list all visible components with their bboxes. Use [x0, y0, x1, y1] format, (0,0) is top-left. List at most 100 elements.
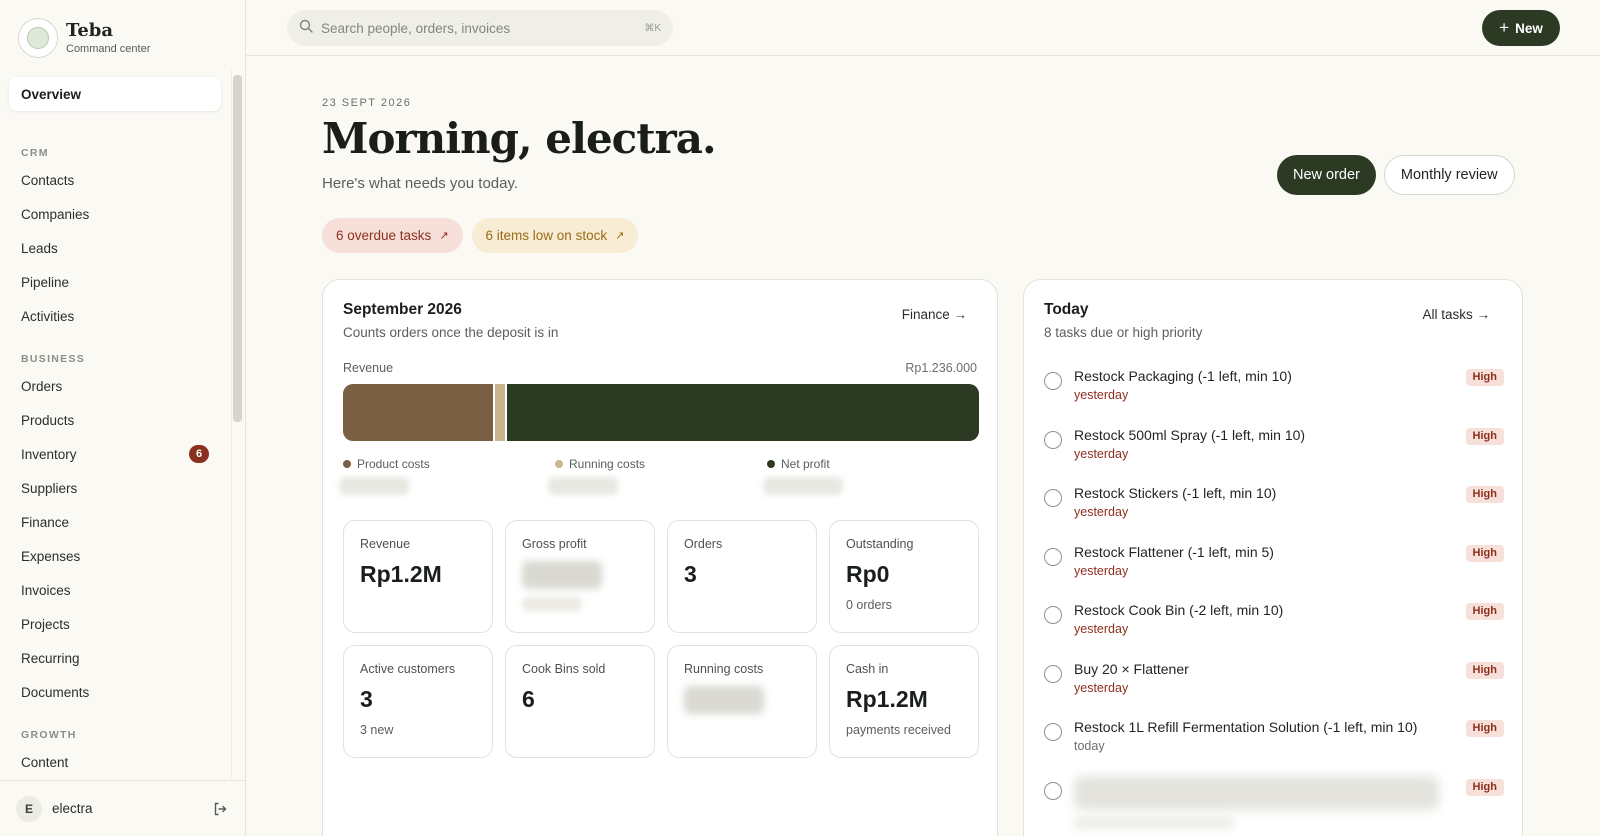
stat-card-cook-bins-sold[interactable]: Cook Bins sold 6: [505, 645, 655, 758]
task-checkbox[interactable]: [1044, 372, 1062, 390]
legend-label: Net profit: [781, 457, 830, 471]
legend-item-running-costs: Running costs: [555, 457, 767, 471]
brand-logo: [18, 18, 58, 58]
sidebar-item-label: Activities: [21, 308, 75, 324]
stat-card-active-customers[interactable]: Active customers 3 3 new: [343, 645, 493, 758]
user-name[interactable]: electra: [52, 801, 211, 816]
task-checkbox[interactable]: [1044, 781, 1062, 800]
logout-icon[interactable]: [211, 800, 229, 818]
stat-note: 0 orders: [846, 598, 892, 612]
task-checkbox[interactable]: [1044, 430, 1062, 449]
finance-link[interactable]: Finance →: [902, 307, 967, 322]
sidebar-item-contacts[interactable]: Contacts: [9, 163, 221, 197]
brand-subtitle: Command center: [66, 43, 151, 55]
hidden-value: [522, 597, 582, 611]
count-badge: 6: [189, 445, 209, 463]
overdue-tasks-pill[interactable]: 6 overdue tasks ↗: [322, 218, 463, 253]
revenue-segment-product-costs: [343, 384, 494, 441]
legend-label: Product costs: [357, 457, 430, 471]
task-checkbox[interactable]: [1044, 547, 1062, 566]
task-checkbox[interactable]: [1044, 489, 1062, 507]
stat-label: Running costs: [684, 662, 764, 676]
task-due: today: [1074, 739, 1105, 753]
search-bar[interactable]: ⌘K: [287, 10, 673, 46]
low-stock-pill[interactable]: 6 items low on stock ↗: [471, 218, 639, 253]
legend-dot-icon: [555, 460, 563, 468]
sidebar-item-products[interactable]: Products: [9, 403, 221, 437]
stat-card-orders[interactable]: Orders 3: [667, 520, 817, 633]
stat-card-gross-profit[interactable]: Gross profit: [505, 520, 655, 633]
sidebar-item-expenses[interactable]: Expenses: [9, 539, 221, 573]
sidebar-item-label: Expenses: [21, 548, 81, 564]
monthly-review-button[interactable]: Monthly review: [1383, 155, 1515, 195]
stat-label: Active customers: [360, 662, 456, 676]
sidebar-item-label: Inventory: [21, 446, 77, 462]
today-card: Today 8 tasks due or high priority All t…: [1023, 279, 1523, 836]
sidebar-item-projects[interactable]: Projects: [9, 607, 221, 641]
sidebar-item-overview[interactable]: Overview: [9, 77, 221, 111]
search-input[interactable]: [321, 20, 645, 36]
sidebar-item-suppliers[interactable]: Suppliers: [9, 471, 221, 505]
sidebar-nav: Overview CRM Contacts Companies Leads Pipelin…: [9, 77, 221, 779]
sidebar-item-pipeline[interactable]: Pipeline: [9, 265, 221, 299]
sidebar-item-inventory[interactable]: Inventory 6: [9, 437, 221, 471]
new-button[interactable]: + New: [1482, 10, 1560, 46]
stat-card-revenue[interactable]: Revenue Rp1.2M: [343, 520, 493, 633]
sidebar-item-label: Recurring: [21, 650, 80, 666]
sidebar-item-label: Finance: [21, 514, 70, 530]
task-due: yesterday: [1074, 388, 1129, 402]
sidebar-scrollbar[interactable]: [233, 75, 242, 422]
sidebar-item-recurring[interactable]: Recurring: [9, 641, 221, 675]
task-due: yesterday: [1074, 446, 1129, 461]
avatar[interactable]: E: [16, 795, 42, 822]
all-tasks-link[interactable]: All tasks →: [1422, 307, 1490, 322]
stat-value: 3: [360, 686, 373, 712]
new-order-button[interactable]: New order: [1277, 155, 1376, 195]
task-item[interactable]: Restock Cook Bin (-2 left, min 10) yester…: [1044, 600, 1504, 659]
stat-note: payments received: [846, 723, 951, 737]
stat-card-cash-in[interactable]: Cash in Rp1.2M payments received: [829, 645, 979, 758]
sidebar-item-invoices[interactable]: Invoices: [9, 573, 221, 607]
sidebar-item-orders[interactable]: Orders: [9, 369, 221, 403]
task-due: yesterday: [1074, 563, 1129, 578]
task-checkbox[interactable]: [1044, 723, 1062, 741]
finance-card-title: September 2026: [343, 301, 462, 318]
page-title: Morning, electra.: [322, 114, 717, 163]
sidebar-item-documents[interactable]: Documents: [9, 675, 221, 709]
task-checkbox[interactable]: [1044, 606, 1062, 624]
task-item[interactable]: Restock Flattener (-1 left, min 5) yester…: [1044, 542, 1504, 601]
topbar: ⌘K + New: [246, 0, 1600, 56]
task-item[interactable]: Restock 500ml Spray (-1 left, min 10) yes…: [1044, 425, 1504, 484]
brand[interactable]: Teba Command center: [18, 18, 150, 58]
stat-card-running-costs[interactable]: Running costs: [667, 645, 817, 758]
sidebar-item-label: Overview: [21, 86, 82, 102]
sidebar-item-label: Content: [21, 754, 69, 770]
sidebar-item-companies[interactable]: Companies: [9, 197, 221, 231]
task-due: yesterday: [1074, 505, 1129, 519]
sidebar-item-label: Orders: [21, 378, 63, 394]
priority-badge: High: [1465, 720, 1504, 737]
low-stock-label: 6 items low on stock: [485, 228, 608, 243]
task-item[interactable]: Restock 1L Refill Fermentation Solution …: [1044, 717, 1504, 776]
task-item[interactable]: High: [1044, 775, 1504, 835]
task-checkbox[interactable]: [1044, 664, 1062, 683]
legend-item-net-profit: Net profit: [767, 457, 979, 471]
sidebar-item-activities[interactable]: Activities: [9, 299, 221, 333]
finance-card: September 2026 Counts orders once the de…: [322, 279, 998, 836]
task-item[interactable]: Restock Stickers (-1 left, min 10) yester…: [1044, 483, 1504, 542]
sidebar-item-leads[interactable]: Leads: [9, 231, 221, 265]
task-item[interactable]: Buy 20 × Flattener yesterday High: [1044, 659, 1504, 718]
sidebar-item-finance[interactable]: Finance: [9, 505, 221, 539]
priority-badge: High: [1465, 603, 1504, 620]
page-date: 23 SEPT 2026: [322, 97, 412, 109]
nav-section-business: BUSINESS: [21, 353, 86, 365]
sidebar-item-label: Products: [21, 412, 75, 428]
task-item[interactable]: Restock Packaging (-1 left, min 10) yeste…: [1044, 366, 1504, 425]
sidebar-item-label: Companies: [21, 206, 90, 222]
sidebar-item-content[interactable]: Content: [9, 745, 221, 779]
priority-badge: High: [1465, 778, 1504, 796]
task-title: Restock Stickers (-1 left, min 10): [1074, 485, 1277, 501]
revenue-total: Rp1.236.000: [905, 361, 977, 375]
stat-card-outstanding[interactable]: Outstanding Rp0 0 orders: [829, 520, 979, 633]
stat-label: Cash in: [846, 662, 889, 676]
